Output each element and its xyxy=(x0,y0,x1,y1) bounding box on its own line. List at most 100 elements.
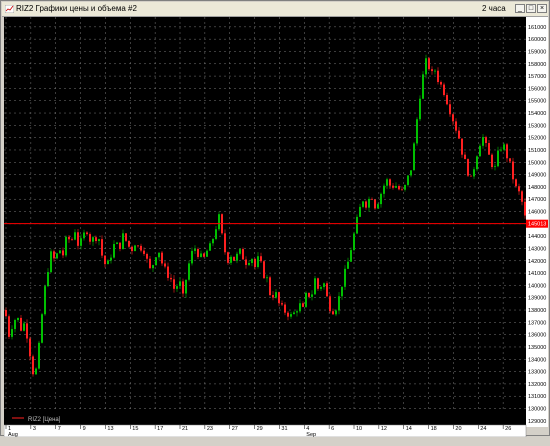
candle-body xyxy=(134,245,136,252)
candle-body xyxy=(173,279,175,289)
candle-body xyxy=(86,232,88,235)
candle-body xyxy=(320,287,322,289)
candle-body xyxy=(227,252,229,263)
candle-body xyxy=(11,329,13,337)
candle-body xyxy=(62,250,64,256)
candle-body xyxy=(494,166,496,168)
candle-body xyxy=(188,263,190,280)
price-tick-label: 131000 xyxy=(528,394,546,400)
price-tick-label: 146000 xyxy=(528,210,546,216)
candle-body xyxy=(83,232,85,239)
candle-body xyxy=(119,242,121,249)
candle-body xyxy=(512,161,514,180)
candle-body xyxy=(56,253,58,259)
candle-body xyxy=(125,233,127,241)
title-bar[interactable]: RIZ2 Графики цены и объема #2 2 часа _ □… xyxy=(2,2,548,17)
candle-body xyxy=(362,201,364,207)
candle-body xyxy=(206,250,208,257)
candle-body xyxy=(491,154,493,168)
candle-body xyxy=(425,58,427,75)
price-tick-label: 138000 xyxy=(528,308,546,314)
candle-body xyxy=(155,257,157,266)
minimize-button[interactable]: _ xyxy=(515,4,525,13)
candle-body xyxy=(410,170,412,176)
price-tick-label: 154000 xyxy=(528,111,546,117)
candle-body xyxy=(296,311,298,313)
candle-body xyxy=(479,145,481,157)
candle-body xyxy=(452,114,454,122)
candle-body xyxy=(446,95,448,105)
time-axis[interactable]: RIZ2 [Цена] 1 3 7 9 13 15 17 21 23 27 29 31 4 6 10 12 14… xyxy=(4,411,548,437)
month-label: Sep xyxy=(306,432,316,437)
price-tick-label: 135000 xyxy=(528,345,546,351)
candle-body xyxy=(74,232,76,240)
candle-body xyxy=(101,239,103,256)
candle-body xyxy=(263,261,265,279)
candle-body xyxy=(413,143,415,171)
candle-body xyxy=(80,238,82,246)
candle-body xyxy=(371,198,373,200)
candle-body xyxy=(359,206,361,217)
day-label: 20 xyxy=(455,426,461,432)
price-tick-label: 144000 xyxy=(528,234,546,240)
candle-body xyxy=(182,281,184,294)
candle-body xyxy=(428,58,430,70)
day-label: 26 xyxy=(505,426,511,432)
close-button[interactable]: × xyxy=(537,4,547,13)
day-label: 13 xyxy=(107,426,113,432)
candle-body xyxy=(395,186,397,188)
candle-body xyxy=(179,281,181,287)
candle-body xyxy=(185,279,187,294)
candle-body xyxy=(404,184,406,190)
day-label: 10 xyxy=(356,426,362,432)
candle-body xyxy=(143,250,145,254)
candle-body xyxy=(488,143,490,155)
day-label: 7 xyxy=(58,426,61,432)
candle-body xyxy=(245,259,247,265)
candle-body xyxy=(464,154,466,160)
candle-body xyxy=(254,259,256,268)
day-label: 3 xyxy=(33,426,36,432)
candle-body xyxy=(350,250,352,262)
candle-body xyxy=(317,278,319,289)
candle-body xyxy=(335,310,337,315)
candle-body xyxy=(326,283,328,297)
candle-body xyxy=(389,179,391,186)
candle-body xyxy=(443,84,445,96)
price-tick-label: 159000 xyxy=(528,49,546,55)
candle-body xyxy=(299,303,301,312)
candle-body xyxy=(500,149,502,151)
price-tick-label: 149000 xyxy=(528,173,546,179)
candle-body xyxy=(23,323,25,331)
price-tick-label: 158000 xyxy=(528,62,546,68)
day-label: 18 xyxy=(431,426,437,432)
candle-body xyxy=(71,239,73,241)
candle-body xyxy=(455,121,457,131)
candle-body xyxy=(497,150,499,167)
candle-body xyxy=(407,175,409,185)
price-tick-label: 142000 xyxy=(528,259,546,265)
window-title: RIZ2 Графики цены и объема #2 xyxy=(16,4,137,13)
candle-body xyxy=(398,186,400,190)
price-tick-label: 156000 xyxy=(528,86,546,92)
candle-body xyxy=(272,295,274,298)
candle-body xyxy=(524,201,526,216)
candle-body xyxy=(485,137,487,144)
candle-body xyxy=(158,252,160,258)
candle-body xyxy=(275,292,277,298)
candle-body xyxy=(149,258,151,269)
price-tick-label: 147000 xyxy=(528,197,546,203)
price-tick-label: 153000 xyxy=(528,123,546,129)
timeframe-label[interactable]: 2 часа xyxy=(482,3,506,15)
price-chart[interactable]: 161000 160000 159000 158000 157000 156000 1550… xyxy=(4,17,548,429)
candle-body xyxy=(218,214,220,230)
candle-body xyxy=(323,283,325,288)
candle-body xyxy=(356,216,358,234)
day-label: 15 xyxy=(132,426,138,432)
candle-body xyxy=(377,204,379,209)
candle-body xyxy=(104,255,106,265)
candle-body xyxy=(440,82,442,85)
candle-body xyxy=(53,251,55,259)
candle-body xyxy=(92,237,94,242)
maximize-button[interactable]: □ xyxy=(526,4,536,13)
